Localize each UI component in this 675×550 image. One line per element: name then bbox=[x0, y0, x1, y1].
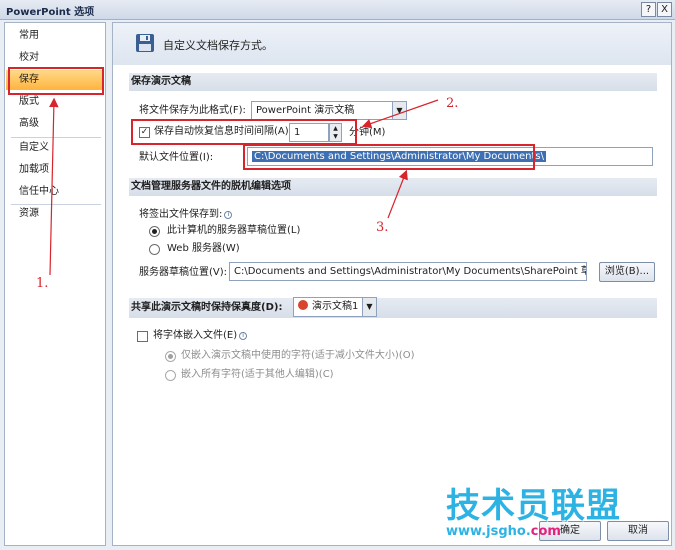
watermark-url-prefix: www.jsgho. bbox=[446, 524, 531, 539]
annotation-step-3: 3. bbox=[376, 220, 389, 235]
watermark-url: www.jsgho.com bbox=[446, 524, 561, 539]
annotation-arrows bbox=[49, 97, 439, 276]
watermark-url-domain: com bbox=[530, 524, 561, 539]
arrow-2 bbox=[361, 99, 439, 129]
watermark-brand: 技术员联盟 bbox=[446, 486, 621, 526]
annotation-step-2: 2. bbox=[446, 96, 459, 111]
arrow-1 bbox=[49, 97, 59, 276]
annotation-step-1: 1. bbox=[36, 276, 49, 291]
arrow-3 bbox=[387, 169, 408, 219]
